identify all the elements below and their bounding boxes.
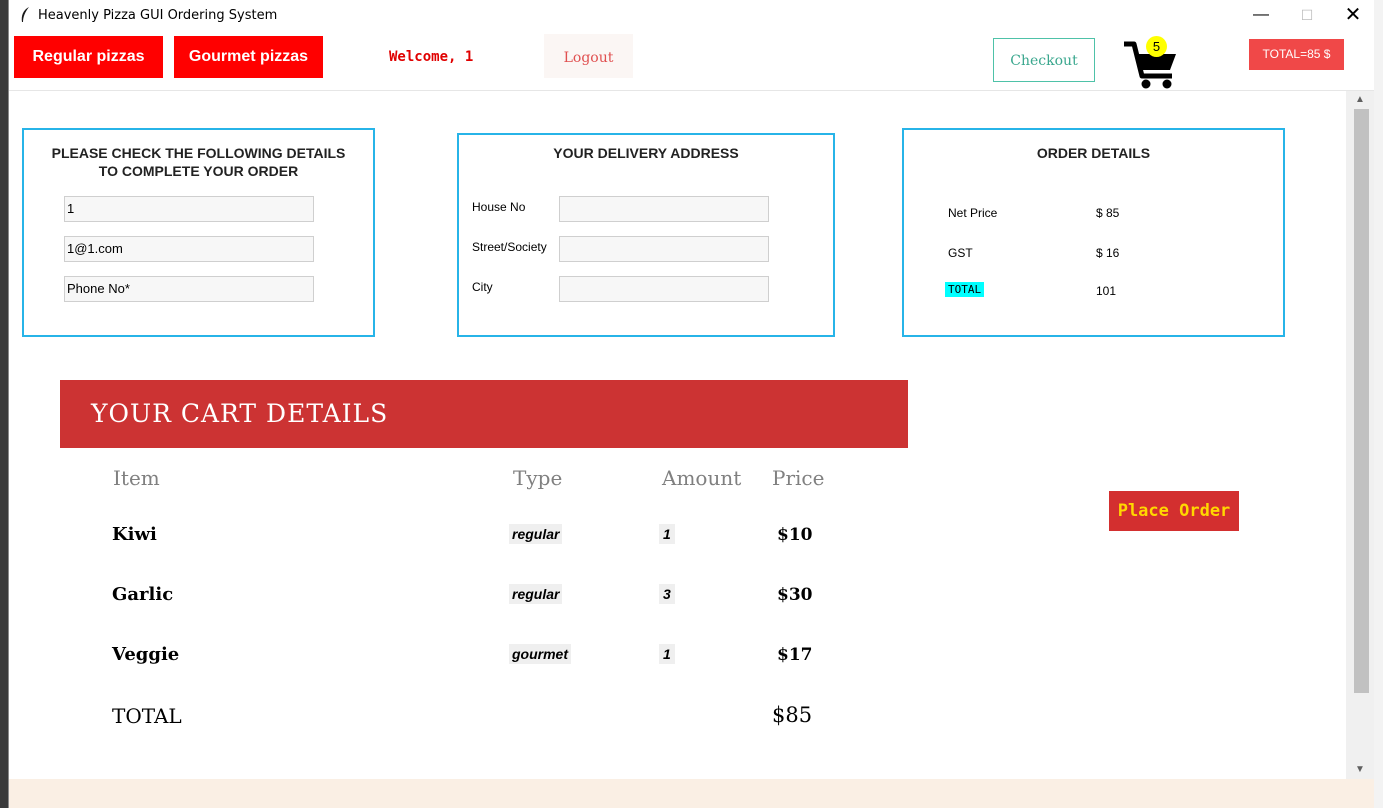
app-window: Heavenly Pizza GUI Ordering System — ☐ ✕… <box>8 0 1374 808</box>
order-total-label: TOTAL <box>945 282 985 297</box>
email-field[interactable]: 1@1.com <box>64 236 314 262</box>
scrollbar-thumb[interactable] <box>1354 109 1369 693</box>
item-column-header: Item <box>113 466 160 490</box>
address-title: YOUR DELIVERY ADDRESS <box>553 145 739 161</box>
gst-label: GST <box>948 246 973 260</box>
customer-details-panel: PLEASE CHECK THE FOLLOWING DETAILS TO CO… <box>22 128 375 337</box>
net-price-value: $ 85 <box>1096 206 1120 220</box>
cart-count-badge: 5 <box>1146 36 1167 57</box>
house-no-label: House No <box>472 200 526 214</box>
price-column-header: Price <box>772 466 825 490</box>
vertical-scrollbar[interactable]: ▲ ▼ <box>1346 91 1374 779</box>
logout-button[interactable]: Logout <box>544 34 633 78</box>
bottom-strip <box>9 779 1374 808</box>
delivery-address-panel: YOUR DELIVERY ADDRESS House No Street/So… <box>457 133 835 337</box>
cart-total-label: TOTAL <box>112 704 182 728</box>
details-title-line2: TO COMPLETE YOUR ORDER <box>98 163 299 179</box>
cart-row-type: gourmet <box>509 644 571 664</box>
welcome-text: Welcome, 1 <box>389 49 474 65</box>
cart-row-type: regular <box>509 524 563 544</box>
place-order-button[interactable]: Place Order <box>1109 491 1239 531</box>
order-total-value: 101 <box>1096 284 1117 298</box>
cart-row-price: $10 <box>777 525 813 545</box>
type-column-header: Type <box>513 466 563 490</box>
background-window-edge <box>1374 0 1383 808</box>
cart-details-banner: YOUR CART DETAILS <box>60 380 908 448</box>
maximize-button[interactable]: ☐ <box>1284 0 1330 30</box>
desktop-background <box>0 0 8 808</box>
phone-field[interactable]: Phone No* <box>64 276 314 302</box>
window-title: Heavenly Pizza GUI Ordering System <box>38 8 278 23</box>
cart-row-type: regular <box>509 584 563 604</box>
checkout-content: PLEASE CHECK THE FOLLOWING DETAILS TO CO… <box>9 91 1345 779</box>
gst-value: $ 16 <box>1096 246 1120 260</box>
cart-row-amount: 1 <box>659 524 675 544</box>
name-field[interactable]: 1 <box>64 196 314 222</box>
title-bar: Heavenly Pizza GUI Ordering System — ☐ ✕ <box>9 0 1374 30</box>
checkout-button[interactable]: Checkout <box>993 38 1095 82</box>
cart-row-item: Veggie <box>112 644 180 665</box>
close-button[interactable]: ✕ <box>1330 0 1374 30</box>
scroll-up-icon[interactable]: ▲ <box>1346 91 1374 109</box>
cart-row-price: $30 <box>777 585 813 605</box>
cart-total-value: $85 <box>772 703 813 727</box>
cart-row-item: Garlic <box>112 584 174 605</box>
gourmet-pizzas-button[interactable]: Gourmet pizzas <box>174 36 323 78</box>
cart-row-amount: 1 <box>659 644 675 664</box>
cart-row-amount: 3 <box>659 584 675 604</box>
street-field[interactable] <box>559 236 769 262</box>
street-label: Street/Society <box>472 240 547 254</box>
details-title-line1: PLEASE CHECK THE FOLLOWING DETAILS <box>51 145 346 161</box>
minimize-button[interactable]: — <box>1238 0 1284 30</box>
order-details-panel: ORDER DETAILS Net Price $ 85 GST $ 16 TO… <box>902 128 1285 337</box>
city-label: City <box>472 280 493 294</box>
feather-icon <box>21 7 29 22</box>
cart-row-item: Kiwi <box>112 524 157 545</box>
amount-column-header: Amount <box>662 466 742 490</box>
regular-pizzas-button[interactable]: Regular pizzas <box>14 36 163 78</box>
net-price-label: Net Price <box>948 206 998 220</box>
cart-row-price: $17 <box>777 645 813 665</box>
city-field[interactable] <box>559 276 769 302</box>
scroll-down-icon[interactable]: ▼ <box>1346 761 1374 779</box>
order-details-title: ORDER DETAILS <box>1036 145 1151 161</box>
house-no-field[interactable] <box>559 196 769 222</box>
top-toolbar: Regular pizzas Gourmet pizzas Welcome, 1… <box>9 30 1374 91</box>
total-badge: TOTAL=85 $ <box>1249 39 1344 70</box>
